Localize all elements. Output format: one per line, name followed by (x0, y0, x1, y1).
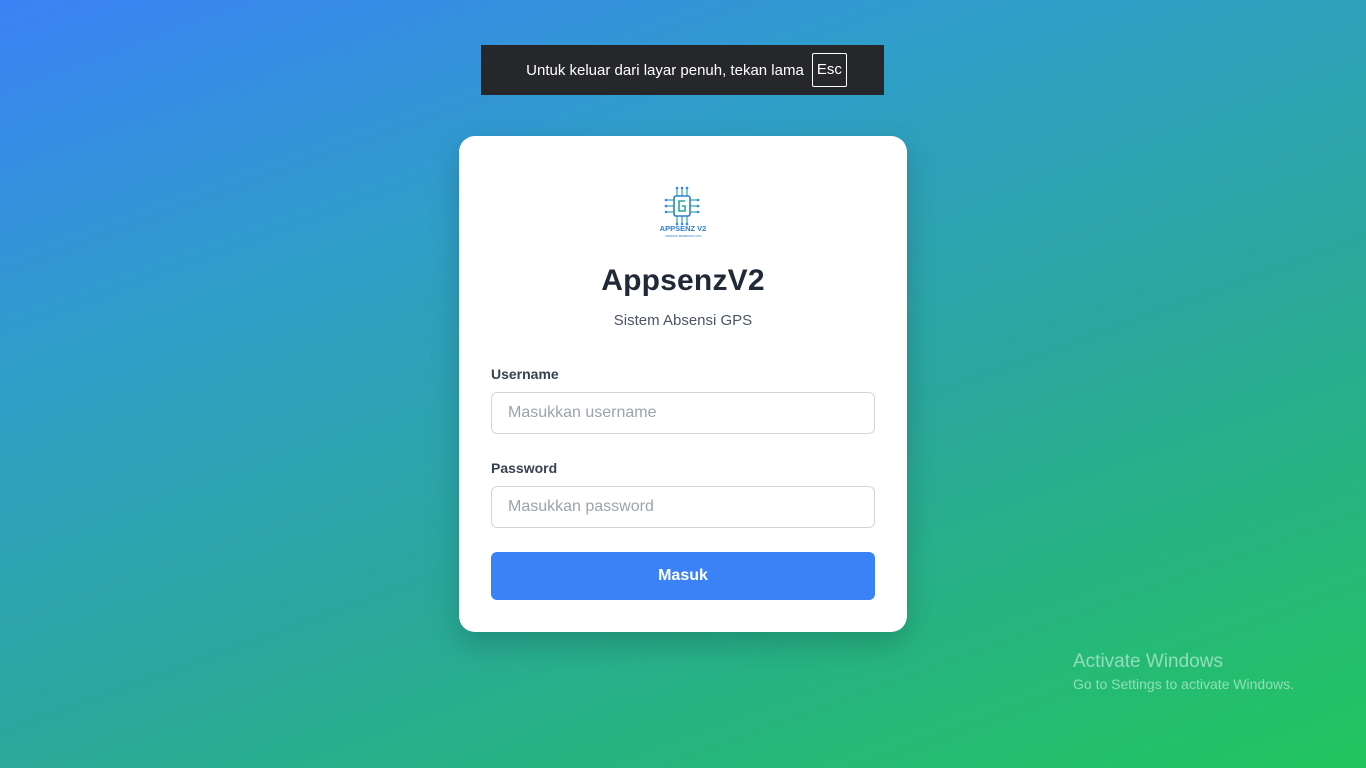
fullscreen-banner-message: Untuk keluar dari layar penuh, tekan lam… (526, 61, 804, 79)
login-button[interactable]: Masuk (491, 552, 875, 600)
password-input[interactable] (491, 486, 875, 528)
logo-tagline: ABSENSI BERBASIS GPS (665, 234, 701, 238)
app-logo: APPSENZ V2 ABSENSI BERBASIS GPS (655, 186, 711, 238)
logo-wordmark: APPSENZ V2 (660, 224, 707, 233)
app-title: AppsenzV2 (601, 264, 765, 297)
watermark-subtitle: Go to Settings to activate Windows. (1073, 676, 1294, 692)
chip-icon: APPSENZ V2 ABSENSI BERBASIS GPS (660, 186, 707, 238)
esc-key-hint: Esc (811, 53, 847, 87)
fullscreen-exit-banner: Untuk keluar dari layar penuh, tekan lam… (481, 45, 884, 95)
username-input[interactable] (491, 392, 875, 434)
password-label: Password (491, 460, 558, 476)
watermark-title: Activate Windows (1073, 651, 1223, 672)
windows-activation-watermark: Activate Windows Go to Settings to activ… (1073, 651, 1294, 693)
username-label: Username (491, 366, 559, 382)
app-subtitle: Sistem Absensi GPS (613, 312, 753, 329)
login-card: APPSENZ V2 ABSENSI BERBASIS GPS AppsenzV… (459, 136, 907, 632)
